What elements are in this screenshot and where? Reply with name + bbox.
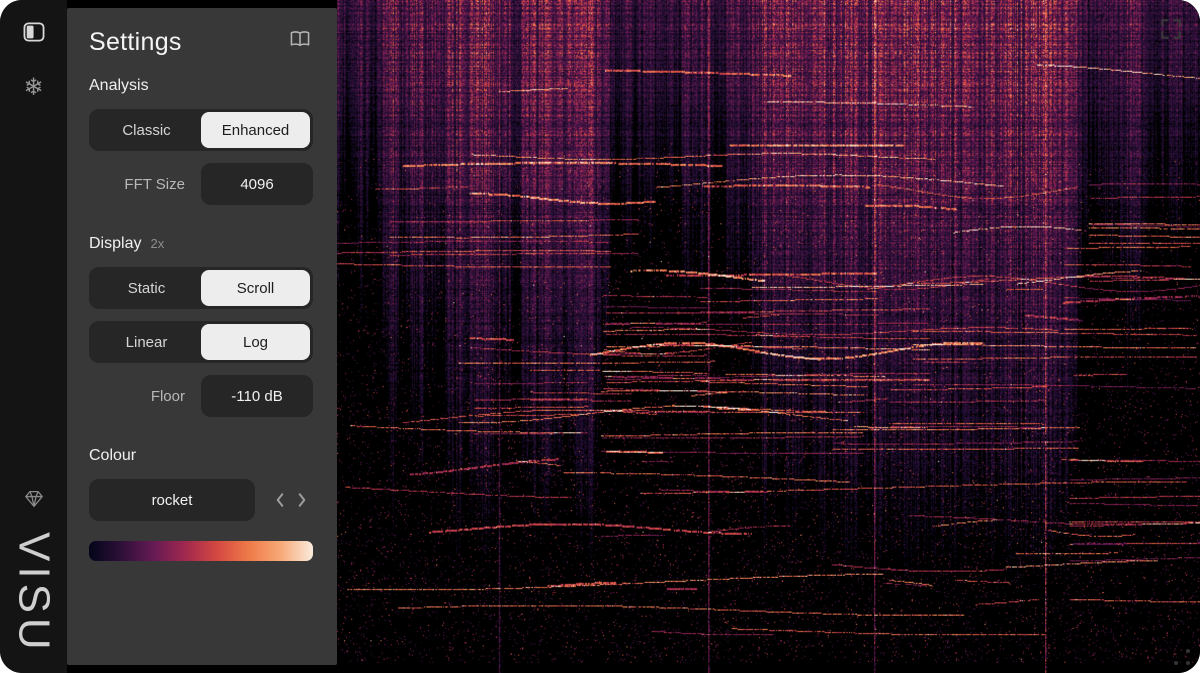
fft-size-row: FFT Size 4096 [89,163,313,205]
fft-size-value[interactable]: 4096 [201,163,313,205]
settings-header: Settings [89,28,313,57]
premium-button[interactable] [18,484,50,514]
display-mode-toggle: Static Scroll [89,267,313,309]
grip-dot [1174,661,1178,665]
floor-label: Floor [151,388,185,405]
fullscreen-button[interactable] [1154,12,1188,49]
colormap-select[interactable]: rocket [89,479,255,521]
settings-panel: Settings Analysis Classic Enhanced FFT S… [67,8,337,665]
scale-option-linear[interactable]: Linear [92,324,201,360]
snowflake-icon: ❄ [23,76,43,100]
grip-dot [1186,661,1190,665]
display-scale-note: 2x [150,236,164,251]
display-scale-toggle: Linear Log [89,321,313,363]
colormap-row: rocket [89,479,313,521]
display-section: Display 2x Static Scroll Linear Log Floo… [89,235,313,417]
colormap-gradient-bar [89,541,313,561]
colormap-next-button[interactable] [291,488,313,512]
fullscreen-icon [1158,16,1184,42]
grip-dot [1186,649,1190,653]
app-logo: VISU [9,532,59,655]
colormap-prev-button[interactable] [269,488,291,512]
analysis-section-label: Analysis [89,77,313,95]
sidebar-panel-icon [23,22,45,42]
spectrogram-area [337,0,1200,673]
fft-size-label: FFT Size [124,176,185,193]
display-section-label: Display [89,235,141,253]
app-window: ❄ VISU Settings Analysis [0,0,1200,673]
freeze-button[interactable]: ❄ [17,70,49,106]
analysis-section: Analysis Classic Enhanced FFT Size 4096 [89,77,313,205]
manual-button[interactable] [287,28,313,50]
colour-section-label: Colour [89,447,313,465]
icon-rail: ❄ VISU [0,0,67,673]
analysis-mode-toggle: Classic Enhanced [89,109,313,151]
display-option-static[interactable]: Static [92,270,201,306]
chevron-left-icon [273,492,287,508]
analysis-option-enhanced[interactable]: Enhanced [201,112,310,148]
book-icon [289,30,311,48]
chevron-right-icon [295,492,309,508]
scale-option-log[interactable]: Log [201,324,310,360]
floor-value[interactable]: -110 dB [201,375,313,417]
spectrogram-canvas [337,0,1200,673]
sidebar-toggle-button[interactable] [17,16,51,48]
floor-row: Floor -110 dB [89,375,313,417]
settings-title: Settings [89,28,182,57]
display-option-scroll[interactable]: Scroll [201,270,310,306]
gem-icon [24,490,44,508]
resize-grip[interactable] [1174,649,1190,665]
analysis-option-classic[interactable]: Classic [92,112,201,148]
colour-section: Colour rocket [89,447,313,561]
